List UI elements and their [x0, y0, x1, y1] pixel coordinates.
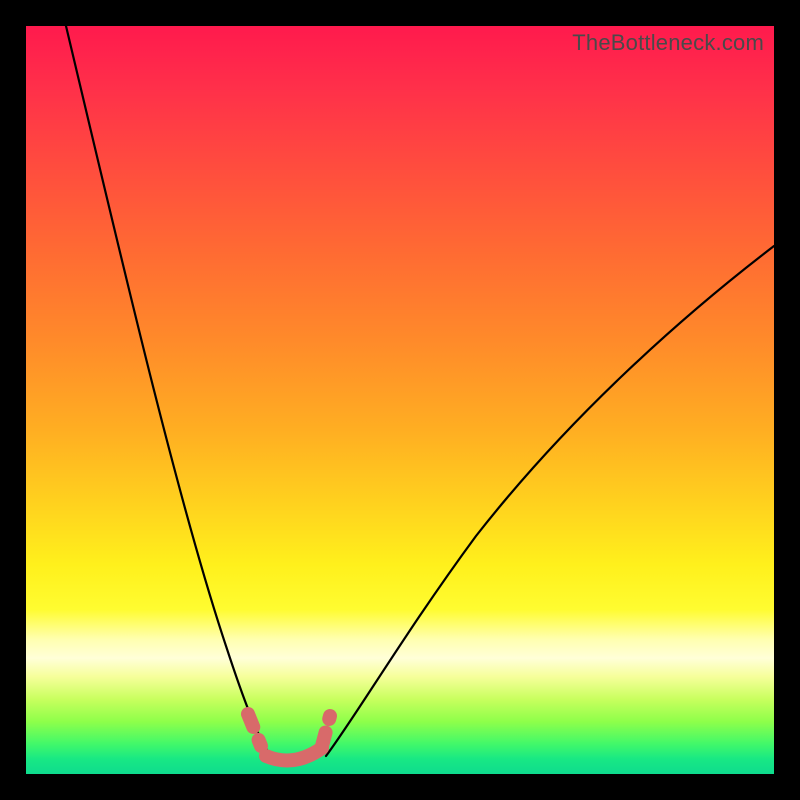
curve-left-branch: [66, 26, 271, 756]
chart-frame: TheBottleneck.com: [0, 0, 800, 800]
trough-marker-bottom: [266, 748, 322, 761]
plot-area: TheBottleneck.com: [26, 26, 774, 774]
trough-marker-left: [248, 714, 261, 746]
curve-layer: [26, 26, 774, 774]
curve-right-branch: [326, 246, 774, 756]
trough-marker-right: [322, 716, 330, 746]
